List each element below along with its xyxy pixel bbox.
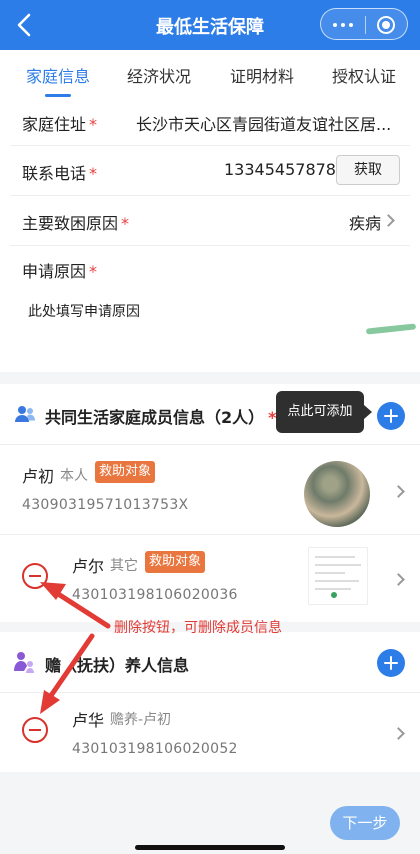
delete-button-annotation: 删除按钮，可删除成员信息 — [114, 620, 282, 636]
footer: 下一步 — [0, 782, 420, 854]
annotation-arrows — [40, 582, 111, 714]
next-step-button[interactable]: 下一步 — [330, 806, 400, 840]
home-indicator — [135, 845, 285, 850]
